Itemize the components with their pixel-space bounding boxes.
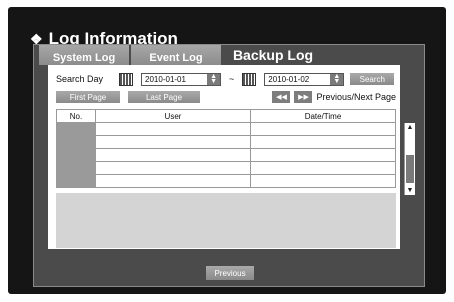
calendar-icon[interactable] — [119, 72, 134, 86]
cell-datetime — [250, 122, 396, 136]
cell-no — [56, 122, 96, 136]
search-button[interactable]: Search — [350, 73, 395, 85]
cell-datetime — [250, 161, 396, 175]
last-page-button[interactable]: Last Page — [128, 91, 200, 103]
scroll-up-arrow-icon[interactable]: ▲ — [405, 123, 415, 132]
cell-no — [56, 135, 96, 149]
table-scrollbar[interactable]: ▲ ▼ — [404, 123, 415, 195]
date-separator: ~ — [229, 74, 235, 84]
tab-backup-log[interactable]: Backup Log — [223, 45, 323, 65]
column-header-user[interactable]: User — [95, 109, 251, 123]
table-row[interactable] — [56, 122, 396, 136]
table-header-row: No. User Date/Time — [56, 109, 396, 123]
paging-row: First Page Last Page ◀◀ ▶▶ Previous/Next… — [56, 90, 396, 104]
log-dialog: System Log Event Log Backup Log Search D… — [33, 44, 425, 287]
log-table: No. User Date/Time — [56, 109, 396, 188]
cell-no — [56, 148, 96, 162]
table-row[interactable] — [56, 135, 396, 149]
cell-datetime — [250, 135, 396, 149]
cell-datetime — [250, 174, 396, 188]
tab-event-log[interactable]: Event Log — [131, 45, 221, 65]
cell-user — [95, 161, 251, 175]
first-page-button[interactable]: First Page — [56, 91, 120, 103]
scroll-down-arrow-icon[interactable]: ▼ — [405, 186, 415, 195]
table-row[interactable] — [56, 148, 396, 162]
cell-user — [95, 148, 251, 162]
end-date-field[interactable]: 2010-01-02 ▲ ▼ — [264, 72, 345, 86]
start-date-field[interactable]: 2010-01-01 ▲ ▼ — [141, 72, 222, 86]
cell-datetime — [250, 148, 396, 162]
previous-page-button[interactable]: ◀◀ — [272, 91, 291, 103]
table-empty-area — [56, 193, 396, 248]
column-header-datetime[interactable]: Date/Time — [250, 109, 396, 123]
previous-button[interactable]: Previous — [206, 266, 254, 280]
cell-user — [95, 135, 251, 149]
start-date-spinner[interactable]: ▲ ▼ — [207, 73, 221, 85]
cell-user — [95, 122, 251, 136]
next-page-button[interactable]: ▶▶ — [294, 91, 313, 103]
cell-user — [95, 174, 251, 188]
start-date-value: 2010-01-01 — [145, 74, 186, 84]
column-header-no[interactable]: No. — [56, 109, 96, 123]
tab-bar: System Log Event Log Backup Log — [39, 45, 325, 65]
tab-system-log[interactable]: System Log — [39, 45, 129, 65]
search-row: Search Day 2010-01-01 ▲ ▼ ~ 2010-01-02 ▲ ▼… — [56, 71, 395, 87]
prev-next-label: Previous/Next Page — [316, 92, 396, 102]
scroll-thumb[interactable] — [406, 155, 414, 183]
search-day-label: Search Day — [56, 74, 104, 84]
spin-down-icon: ▼ — [210, 78, 217, 85]
calendar-icon[interactable] — [242, 72, 257, 86]
cell-no — [56, 174, 96, 188]
table-row[interactable] — [56, 174, 396, 188]
end-date-spinner[interactable]: ▲ ▼ — [330, 73, 344, 85]
cell-no — [56, 161, 96, 175]
backup-log-panel: Search Day 2010-01-01 ▲ ▼ ~ 2010-01-02 ▲ ▼… — [48, 65, 415, 249]
spin-down-icon: ▼ — [333, 78, 341, 85]
end-date-value: 2010-01-02 — [268, 74, 310, 84]
table-row[interactable] — [56, 161, 396, 175]
